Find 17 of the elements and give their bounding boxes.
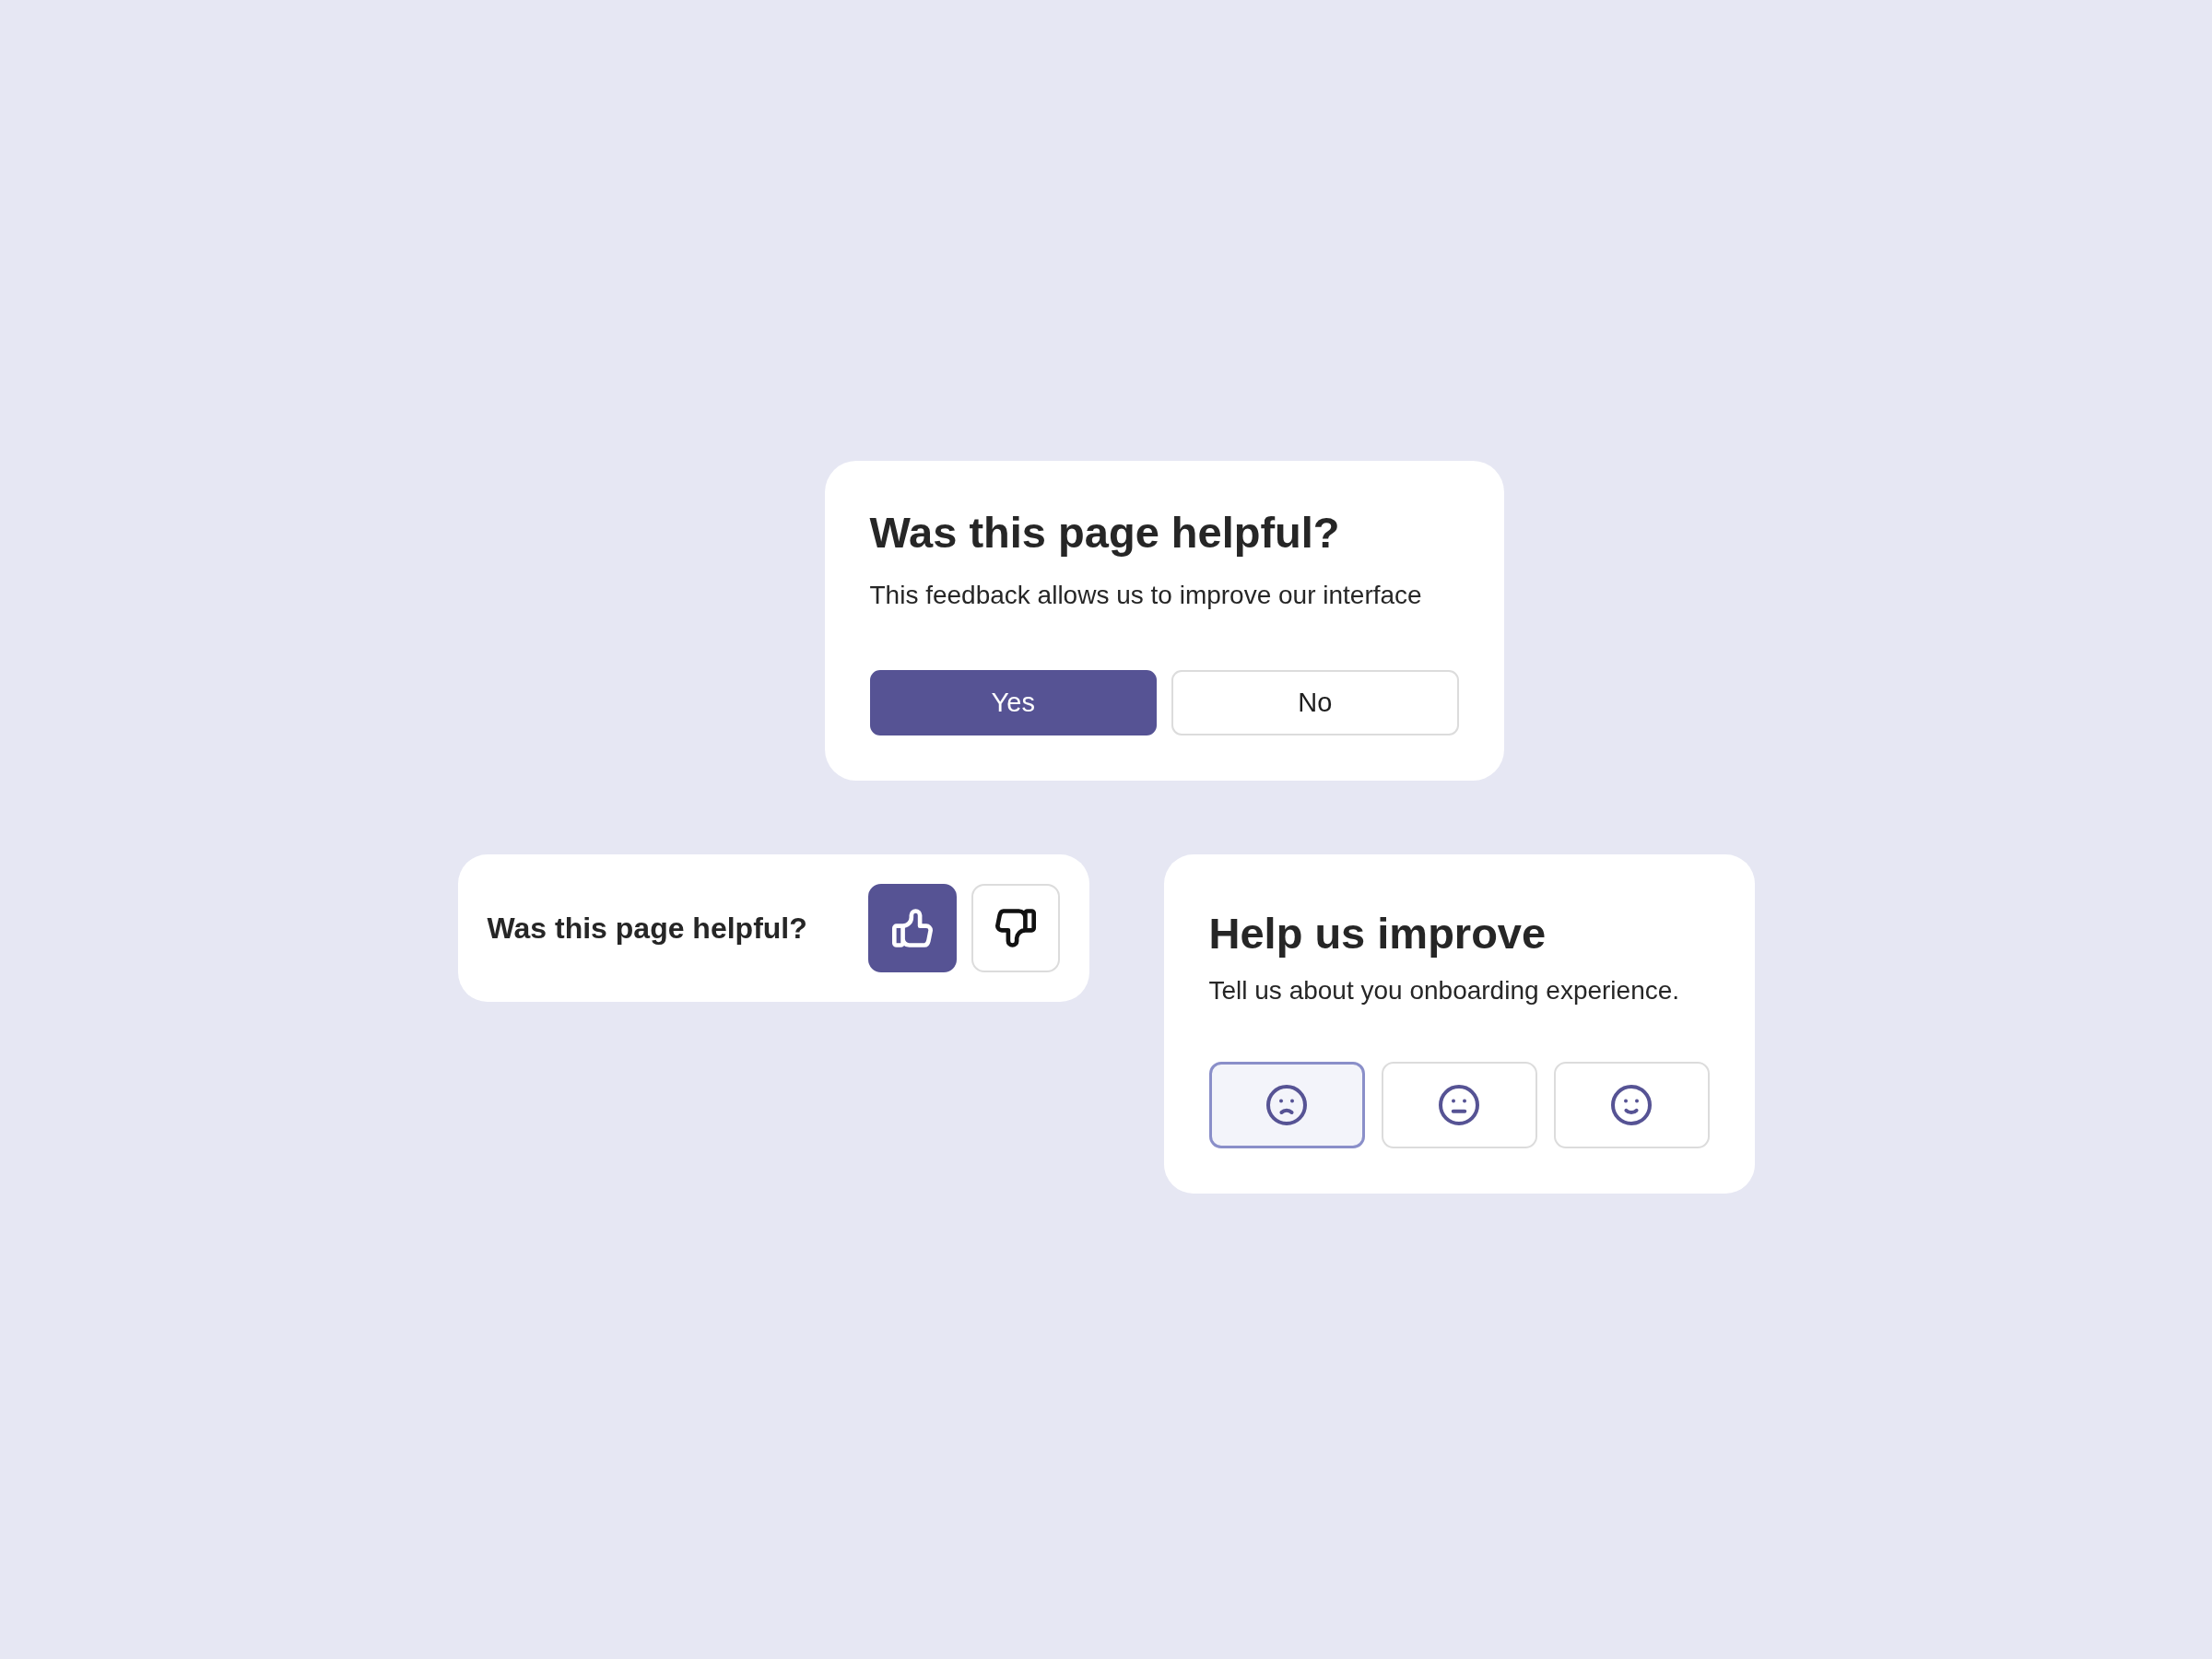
card-title: Help us improve: [1208, 908, 1547, 959]
thumbs-up-icon: [891, 909, 933, 947]
card-subtitle: Tell us about you onboarding experience.: [1208, 975, 1681, 1006]
sad-face-icon: [1266, 1085, 1307, 1125]
card-title: Was this page helpful?: [869, 507, 1341, 559]
neutral-rating-button[interactable]: [1381, 1062, 1537, 1148]
happy-rating-button[interactable]: [1553, 1062, 1710, 1148]
card-subtitle: This feedback allows us to improve our interface: [869, 580, 1423, 611]
question-text: Was this page helpful?: [487, 911, 807, 946]
thumbs-down-icon: [994, 909, 1036, 947]
answer-button[interactable]: Yes: [869, 670, 1157, 735]
sad-rating-button[interactable]: [1208, 1062, 1365, 1148]
answer-button[interactable]: No: [1171, 670, 1459, 735]
smiley-face-icon: [1611, 1085, 1652, 1125]
thumbs-up-button[interactable]: [867, 884, 957, 972]
neutral-face-icon: [1439, 1085, 1479, 1125]
thumbs-down-button[interactable]: [971, 884, 1060, 972]
